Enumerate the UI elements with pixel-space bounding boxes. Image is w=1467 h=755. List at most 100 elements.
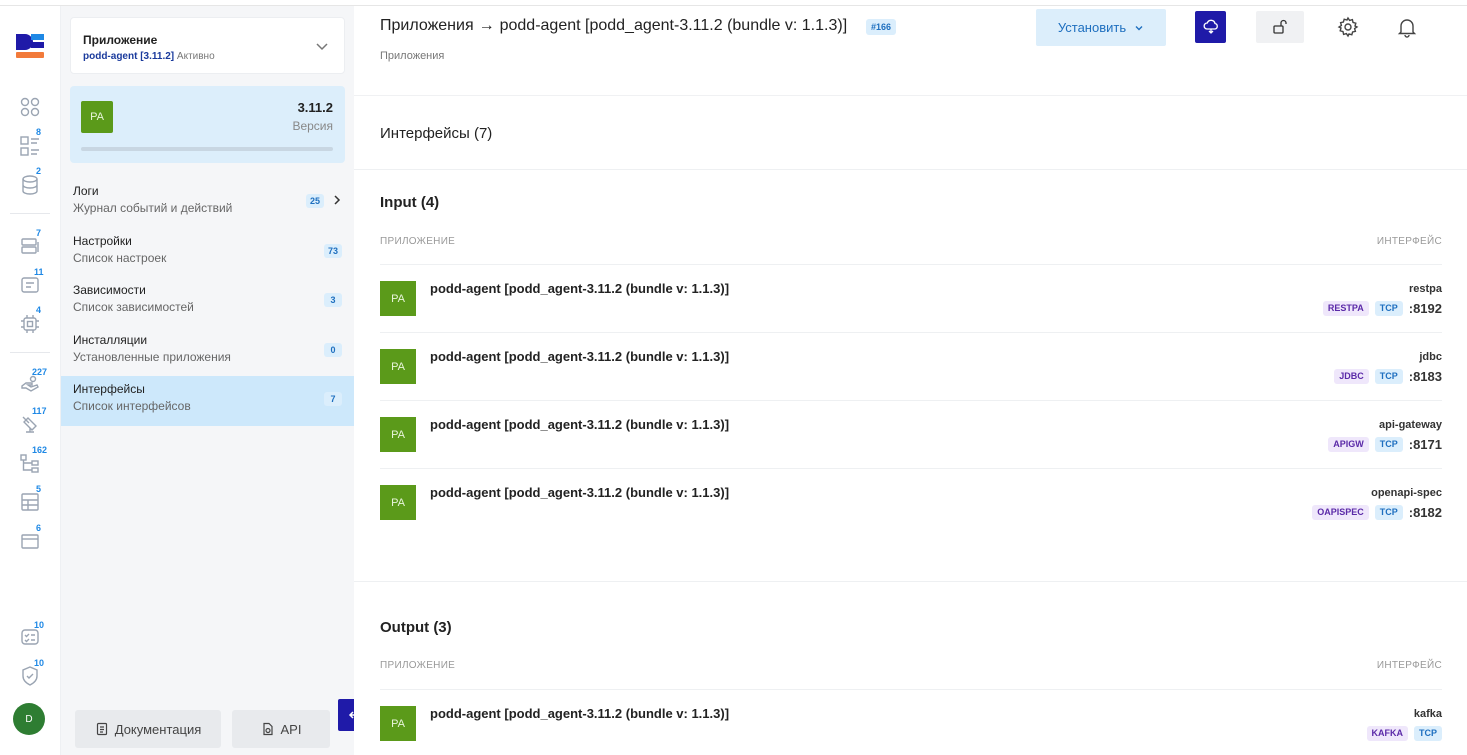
server-icon[interactable] bbox=[19, 235, 41, 257]
row-app-name[interactable]: podd-agent [podd_agent-3.11.2 (bundle v:… bbox=[430, 417, 729, 432]
row-tags: OAPISPEC TCP :8182 bbox=[1312, 505, 1442, 520]
bell-icon[interactable] bbox=[1396, 16, 1418, 38]
table-row[interactable]: PA podd-agent [podd_agent-3.11.2 (bundle… bbox=[380, 689, 1442, 755]
sidebar-item-interfaces[interactable]: Интерфейсы Список интерфейсов 7 bbox=[61, 376, 354, 426]
documentation-label: Документация bbox=[114, 721, 202, 737]
count-badge: 3 bbox=[324, 293, 342, 307]
sidebar-item-subtitle: Список интерфейсов bbox=[73, 399, 191, 413]
divider bbox=[354, 581, 1467, 582]
shield-check-icon[interactable] bbox=[19, 665, 41, 687]
sidebar-item-installations[interactable]: Инсталляции Установленные приложения 0 bbox=[61, 327, 354, 377]
database-icon[interactable] bbox=[19, 174, 41, 196]
page-title: Приложения → podd-agent [podd_agent-3.11.2… bbox=[380, 17, 847, 35]
transport-tag: TCP bbox=[1374, 369, 1403, 384]
table-row[interactable]: PA podd-agent [podd_agent-3.11.2 (bundle… bbox=[380, 468, 1442, 536]
app-avatar: PA bbox=[380, 281, 416, 316]
sidebar-item-dependencies[interactable]: Зависимости Список зависимостей 3 bbox=[61, 277, 354, 327]
row-app-name[interactable]: podd-agent [podd_agent-3.11.2 (bundle v:… bbox=[430, 706, 729, 721]
rail-divider bbox=[10, 352, 50, 353]
table-row[interactable]: PA podd-agent [podd_agent-3.11.2 (bundle… bbox=[380, 332, 1442, 400]
documentation-button[interactable]: Документация bbox=[75, 710, 221, 748]
user-avatar[interactable]: D bbox=[13, 703, 45, 735]
install-button[interactable]: Установить bbox=[1036, 9, 1166, 46]
logo[interactable] bbox=[14, 30, 46, 62]
breadcrumb-arrow: → bbox=[478, 17, 495, 34]
unlock-icon bbox=[1273, 19, 1287, 34]
rail-badge: 117 bbox=[32, 406, 47, 416]
breadcrumb[interactable]: Приложения bbox=[380, 50, 444, 62]
port-value: :8192 bbox=[1408, 301, 1442, 316]
app-selector-value: podd-agent [3.11.2] Активно bbox=[83, 51, 215, 62]
input-section-title: Input (4) bbox=[380, 194, 440, 211]
chevron-down-icon bbox=[1135, 25, 1143, 30]
chevron-down-icon bbox=[316, 43, 328, 51]
table-row[interactable]: PA podd-agent [podd_agent-3.11.2 (bundle… bbox=[380, 264, 1442, 332]
apps-list-icon[interactable] bbox=[19, 135, 41, 157]
port-value: :8182 bbox=[1408, 505, 1442, 520]
port-value: :8183 bbox=[1408, 369, 1442, 384]
api-button[interactable]: API bbox=[232, 710, 330, 748]
app-sidebar: Приложение podd-agent [3.11.2] Активно P… bbox=[61, 6, 354, 755]
api-file-icon bbox=[262, 722, 273, 736]
folder-icon[interactable] bbox=[19, 530, 41, 552]
row-interface-name: jdbc bbox=[1419, 351, 1442, 363]
count-badge: 7 bbox=[324, 392, 342, 406]
rail-badge: 4 bbox=[36, 305, 42, 315]
row-app-name[interactable]: podd-agent [podd_agent-3.11.2 (bundle v:… bbox=[430, 349, 729, 364]
app-selector[interactable]: Приложение podd-agent [3.11.2] Активно bbox=[70, 17, 345, 74]
rail-badge: 227 bbox=[32, 367, 48, 377]
unlock-button[interactable] bbox=[1256, 11, 1304, 43]
app-avatar: PA bbox=[380, 485, 416, 520]
chevron-right-icon bbox=[334, 195, 341, 205]
version-progress-bar bbox=[81, 147, 333, 151]
cloud-button[interactable] bbox=[1195, 11, 1226, 43]
install-label: Установить bbox=[1057, 20, 1127, 35]
count-badge: 73 bbox=[323, 243, 342, 258]
sidebar-menu: Логи Журнал событий и действий 25 Настро… bbox=[61, 178, 354, 426]
page-header: Приложения → podd-agent [podd_agent-3.11.2… bbox=[354, 6, 1467, 96]
icon-rail: 8 2 7 11 4 227 117 162 5 6 10 10 D bbox=[0, 6, 61, 755]
table-row[interactable]: PA podd-agent [podd_agent-3.11.2 (bundle… bbox=[380, 400, 1442, 468]
transport-tag: TCP bbox=[1374, 505, 1403, 520]
sidebar-item-subtitle: Установленные приложения bbox=[73, 349, 231, 364]
sidebar-item-label: Настройки bbox=[73, 233, 132, 248]
app-avatar: PA bbox=[81, 101, 113, 133]
issue-badge[interactable]: #166 bbox=[866, 19, 897, 35]
app-avatar: PA bbox=[380, 706, 416, 741]
satellite-icon[interactable] bbox=[19, 413, 41, 435]
breadcrumb-current: podd-agent [podd_agent-3.11.2 (bundle v:… bbox=[499, 17, 848, 34]
row-app-name[interactable]: podd-agent [podd_agent-3.11.2 (bundle v:… bbox=[430, 281, 729, 296]
api-label: API bbox=[280, 721, 302, 737]
port-value: :8171 bbox=[1408, 437, 1442, 452]
rail-badge: 10 bbox=[34, 658, 45, 668]
row-tags: RESTPA TCP :8192 bbox=[1322, 301, 1442, 316]
app-status: Активно bbox=[176, 51, 215, 62]
cloud-icon bbox=[1203, 19, 1218, 34]
rail-badge: 8 bbox=[36, 127, 42, 137]
row-tags: APIGW TCP :8171 bbox=[1328, 437, 1442, 452]
sidebar-item-logs[interactable]: Логи Журнал событий и действий 25 bbox=[61, 178, 354, 228]
interfaces-title: Интерфейсы (7) bbox=[380, 125, 493, 142]
settings-icon[interactable] bbox=[1337, 16, 1359, 38]
divider bbox=[354, 169, 1467, 170]
rail-badge: 6 bbox=[36, 523, 42, 533]
transport-tag: TCP bbox=[1414, 726, 1442, 741]
row-app-name[interactable]: podd-agent [podd_agent-3.11.2 (bundle v:… bbox=[430, 485, 729, 500]
message-icon[interactable] bbox=[19, 274, 41, 296]
hand-icon[interactable] bbox=[19, 374, 41, 396]
dashboard-icon[interactable] bbox=[19, 96, 41, 118]
interfaces-panel: Интерфейсы (7) Input (4) ПРИЛОЖЕНИЕ ИНТЕ… bbox=[354, 96, 1467, 755]
row-tags: KAFKA TCP bbox=[1366, 726, 1442, 741]
layout-icon[interactable] bbox=[19, 491, 41, 513]
protocol-tag: RESTPA bbox=[1322, 301, 1369, 316]
hierarchy-icon[interactable] bbox=[19, 452, 41, 474]
version-card: PA 3.11.2 Версия bbox=[70, 86, 345, 163]
column-header-interface: ИНТЕРФЕЙС bbox=[1376, 660, 1442, 671]
app-avatar: PA bbox=[380, 417, 416, 452]
chip-icon[interactable] bbox=[19, 313, 41, 335]
row-interface-name: restpa bbox=[1408, 283, 1442, 295]
output-section-title: Output (3) bbox=[380, 619, 452, 636]
sidebar-item-settings[interactable]: Настройки Список настроек 73 bbox=[61, 228, 354, 278]
rail-badge: 162 bbox=[32, 445, 48, 455]
breadcrumb-root[interactable]: Приложения bbox=[380, 17, 474, 34]
